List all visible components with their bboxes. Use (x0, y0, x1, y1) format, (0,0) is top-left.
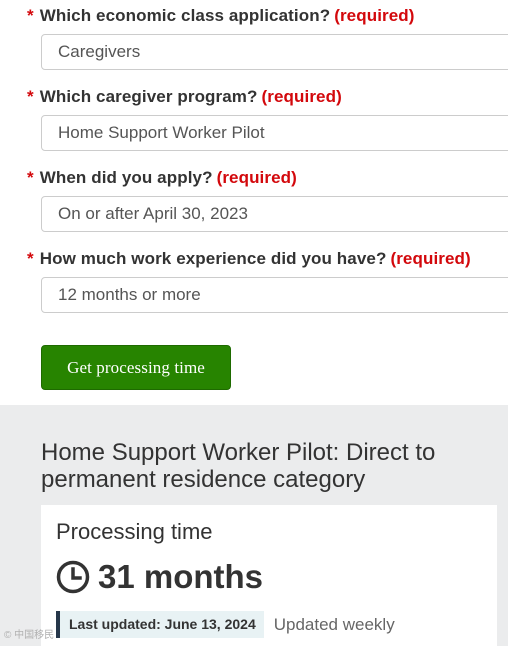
field-label: * How much work experience did you have?(… (27, 249, 471, 269)
processing-time-value-row: 31 months (56, 557, 263, 597)
required-text: (required) (261, 87, 342, 106)
required-marker: * (27, 249, 34, 268)
last-updated-badge: Last updated: June 13, 2024 (56, 611, 264, 638)
processing-time-label: Processing time (56, 519, 213, 544)
field-label: * Which economic class application? (requi… (27, 6, 415, 26)
label-text: How much work experience did you have? (39, 249, 387, 268)
required-marker: * (27, 87, 34, 106)
application-date-select[interactable]: On or after April 30, 2023 (41, 196, 508, 232)
select-value: 12 months or more (58, 285, 201, 304)
get-processing-time-button[interactable]: Get processing time (41, 345, 231, 390)
select-value: On or after April 30, 2023 (58, 204, 248, 223)
clock-icon (56, 560, 90, 594)
caregiver-program-select[interactable]: Home Support Worker Pilot (41, 115, 508, 151)
required-text: (required) (334, 6, 415, 25)
required-text: (required) (390, 249, 471, 268)
results-panel: Home Support Worker Pilot: Direct to per… (0, 405, 508, 650)
required-marker: * (27, 6, 34, 25)
work-experience-select[interactable]: 12 months or more (41, 277, 508, 313)
processing-time-card: Processing time 31 months Last updated: … (41, 505, 497, 650)
label-text: Which economic class application? (39, 6, 331, 25)
update-frequency: Updated weekly (273, 614, 395, 634)
label-text: Which caregiver program? (39, 87, 258, 106)
field-label: * When did you apply? (required) (27, 168, 297, 188)
required-text: (required) (216, 168, 297, 187)
select-value: Home Support Worker Pilot (58, 123, 265, 142)
field-label: * Which caregiver program? (required) (27, 87, 342, 107)
update-info: Last updated: June 13, 2024 Updated week… (56, 611, 395, 638)
label-text: When did you apply? (39, 168, 213, 187)
economic-class-select[interactable]: Caregivers (41, 34, 508, 70)
select-value: Caregivers (58, 42, 141, 61)
processing-time-value: 31 months (98, 558, 264, 595)
required-marker: * (27, 168, 34, 187)
watermark: © 中国移民 (4, 630, 55, 641)
result-title: Home Support Worker Pilot: Direct to per… (41, 439, 436, 493)
